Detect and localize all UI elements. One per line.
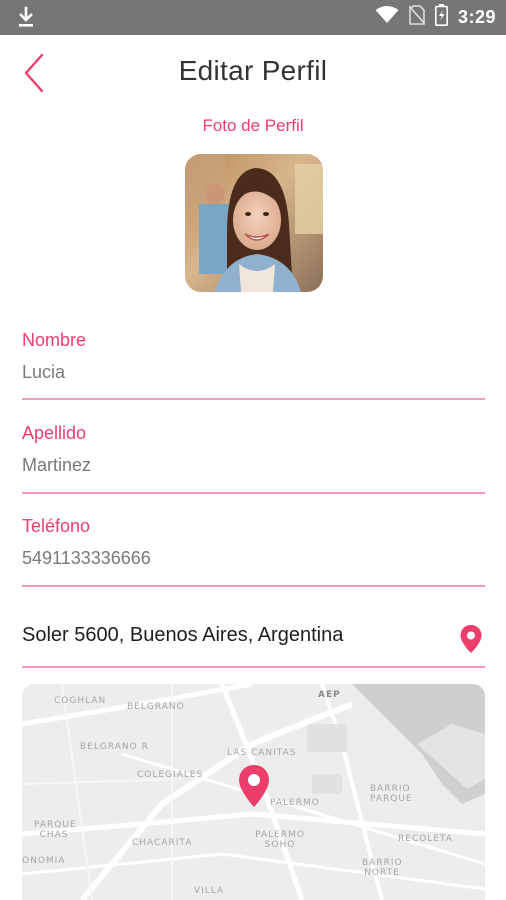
map-label-aep: AEP [318,690,341,700]
map-label-las-canitas: LAS CANITAS [227,748,297,758]
avatar-image [185,154,323,292]
map-marker-icon[interactable] [237,764,271,808]
page-title: Editar Perfil [178,55,328,86]
location-pin-icon[interactable] [459,624,483,654]
battery-icon [434,4,448,31]
wifi-icon [375,6,399,29]
map-label-colegiales: COLEGIALES [137,770,204,780]
app-header: Editar Perfil [0,35,506,109]
address-input[interactable]: Soler 5600, Buenos Aires, Argentina [22,624,343,647]
map-label-belgrano-r: BELGRANO R [80,742,149,752]
map-label-barrio-norte: BARRIO NORTE [362,858,403,878]
map-label-palermo: PALERMO [270,798,320,808]
map-label-parque-chas: PARQUE CHAS [34,820,77,840]
telefono-input[interactable]: 5491133336666 [22,548,485,569]
status-icons: 3:29 [375,0,496,35]
download-icon [16,6,36,33]
status-bar: 3:29 [0,0,506,35]
no-sim-icon [408,5,426,30]
map-label-coghlan: COGHLAN [54,696,107,706]
map-view[interactable]: COGHLAN BELGRANO BELGRANO R COLEGIALES L… [22,684,485,900]
telefono-field[interactable]: Teléfono 5491133336666 [22,516,485,587]
map-label-villa: VILLA [194,886,225,896]
nombre-input[interactable]: Lucia [22,362,485,383]
address-field[interactable]: Soler 5600, Buenos Aires, Argentina [22,608,485,668]
apellido-label: Apellido [22,423,87,443]
nombre-label: Nombre [22,330,87,350]
profile-photo[interactable] [185,154,323,292]
apellido-input[interactable]: Martinez [22,455,485,476]
clock: 3:29 [457,7,496,27]
telefono-label: Teléfono [22,516,91,536]
map-label-onomia: ONOMIA [22,856,66,866]
nombre-field[interactable]: Nombre Lucia [22,330,485,400]
map-label-barrio-parque: BARRIO PARQUE [370,784,413,804]
map-label-chacarita: CHACARITA [132,838,193,848]
map-label-belgrano: BELGRANO [127,702,185,712]
map-label-recoleta: RECOLETA [398,834,453,844]
profile-photo-label: Foto de Perfil [202,116,304,135]
map-label-palermo-soho: PALERMO SOHO [255,830,305,850]
apellido-field[interactable]: Apellido Martinez [22,423,485,494]
